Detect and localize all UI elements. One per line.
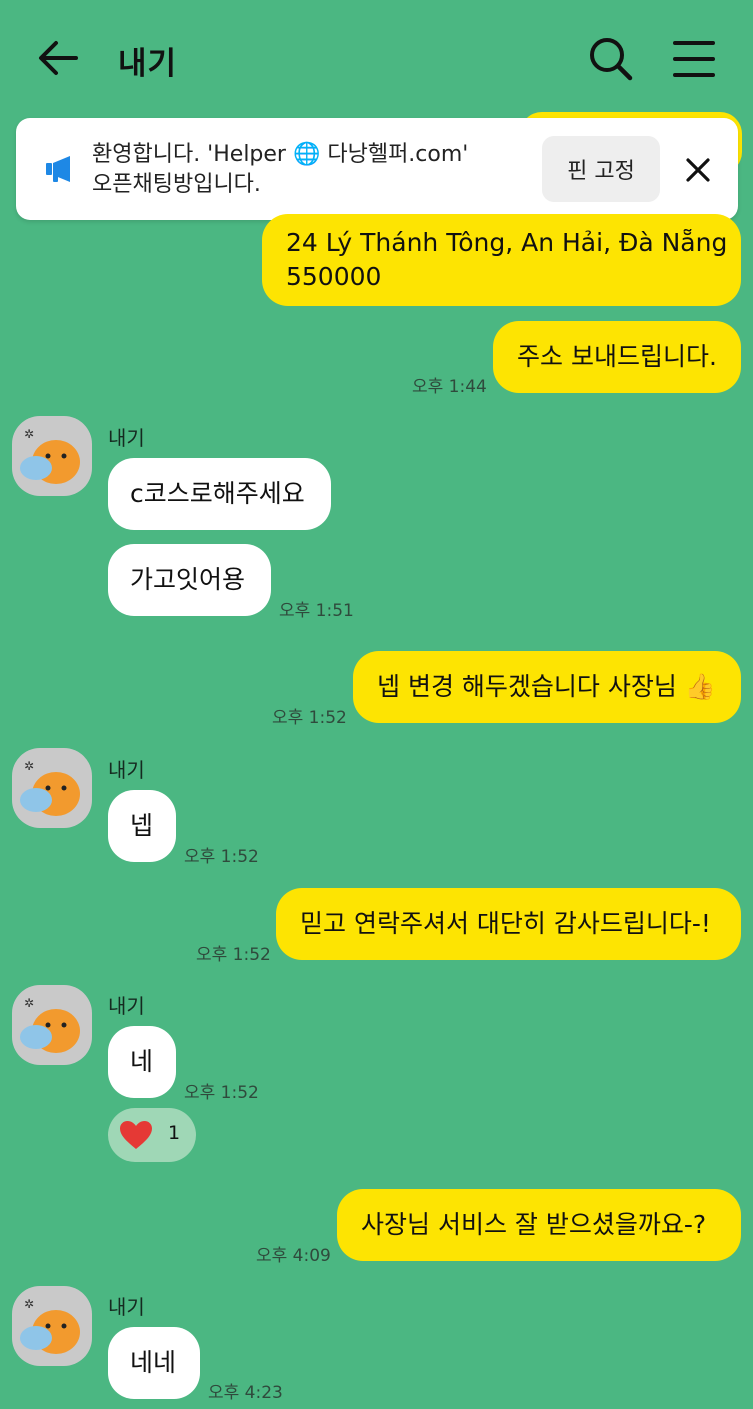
- svg-text:✲: ✲: [24, 996, 34, 1010]
- close-icon[interactable]: [686, 158, 710, 182]
- character-avatar-icon: ✲: [20, 759, 80, 816]
- other-message-bubble[interactable]: 네네: [108, 1327, 200, 1399]
- svg-text:✲: ✲: [24, 1297, 34, 1311]
- sender-name: 내기: [108, 1295, 145, 1319]
- sender-name: 내기: [108, 758, 145, 782]
- svg-text:✲: ✲: [24, 427, 34, 441]
- search-icon[interactable]: [588, 36, 634, 82]
- message-text: 가고잇어용: [130, 565, 246, 594]
- notice-line-1: 환영합니다. 'Helper 🌐 다낭헬퍼.com': [92, 142, 469, 167]
- message-time: 오후 1:52: [184, 847, 259, 867]
- my-message-bubble[interactable]: 사장님 서비스 잘 받으셨을까요-?: [337, 1189, 741, 1261]
- other-message-bubble[interactable]: 넵: [108, 790, 176, 862]
- message-text: 믿고 연락주셔서 대단히 감사드립니다-!: [300, 909, 711, 938]
- hamburger-menu-icon[interactable]: [673, 40, 715, 78]
- character-avatar-icon: ✲: [20, 996, 80, 1053]
- sender-avatar[interactable]: ✲: [12, 1286, 92, 1366]
- message-text: 넵 변경 해두겠습니다 사장님 👍: [377, 672, 716, 701]
- other-message-bubble[interactable]: 가고잇어용: [108, 544, 271, 616]
- notice-text: 환영합니다. 'Helper 🌐 다낭헬퍼.com' 오픈채팅방입니다.: [92, 140, 468, 200]
- sender-avatar[interactable]: ✲: [12, 985, 92, 1065]
- my-message-bubble[interactable]: 믿고 연락주셔서 대단히 감사드립니다-!: [276, 888, 741, 960]
- message-time: 오후 1:51: [279, 601, 354, 621]
- message-time: 오후 4:23: [208, 1383, 283, 1403]
- reaction-badge[interactable]: 1: [108, 1108, 196, 1162]
- message-text: 네: [130, 1047, 154, 1076]
- sender-name: 내기: [108, 994, 145, 1018]
- message-time: 오후 1:52: [184, 1083, 259, 1103]
- notice-banner[interactable]: 환영합니다. 'Helper 🌐 다낭헬퍼.com' 오픈채팅방입니다. 핀 고…: [16, 118, 738, 220]
- character-avatar-icon: ✲: [20, 427, 80, 484]
- svg-text:✲: ✲: [24, 759, 34, 773]
- message-text: 주소 보내드립니다.: [517, 342, 717, 371]
- sender-avatar[interactable]: ✲: [12, 416, 92, 496]
- back-arrow-icon[interactable]: [36, 38, 80, 78]
- message-text: 넵: [130, 811, 154, 840]
- my-message-bubble[interactable]: 넵 변경 해두겠습니다 사장님 👍: [353, 651, 741, 723]
- heart-icon: [118, 1119, 154, 1151]
- other-message-bubble[interactable]: c코스로해주세요: [108, 458, 331, 530]
- megaphone-icon: [44, 154, 76, 184]
- message-time: 오후 1:52: [272, 708, 347, 728]
- other-message-bubble[interactable]: 네: [108, 1026, 176, 1098]
- pin-button[interactable]: 핀 고정: [542, 136, 660, 202]
- message-time: 오후 4:09: [256, 1246, 331, 1266]
- my-message-bubble[interactable]: 주소 보내드립니다.: [493, 321, 741, 393]
- message-text-line-2: 550000: [286, 262, 382, 291]
- my-message-bubble[interactable]: 24 Lý Thánh Tông, An Hải, Đà Nẵng 550000: [262, 214, 741, 306]
- notice-line-2: 오픈채팅방입니다.: [92, 172, 261, 197]
- message-text-line-1: 24 Lý Thánh Tông, An Hải, Đà Nẵng: [286, 228, 728, 257]
- message-text: 사장님 서비스 잘 받으셨을까요-?: [361, 1210, 707, 1239]
- character-avatar-icon: ✲: [20, 1297, 80, 1354]
- reaction-count: 1: [168, 1122, 181, 1144]
- sender-avatar[interactable]: ✲: [12, 748, 92, 828]
- sender-name: 내기: [108, 426, 145, 450]
- message-time: 오후 1:52: [196, 945, 271, 965]
- message-text: c코스로해주세요: [130, 479, 305, 508]
- chat-title: 내기: [118, 46, 178, 82]
- message-text: 네네: [130, 1348, 177, 1377]
- message-time: 오후 1:44: [412, 377, 487, 397]
